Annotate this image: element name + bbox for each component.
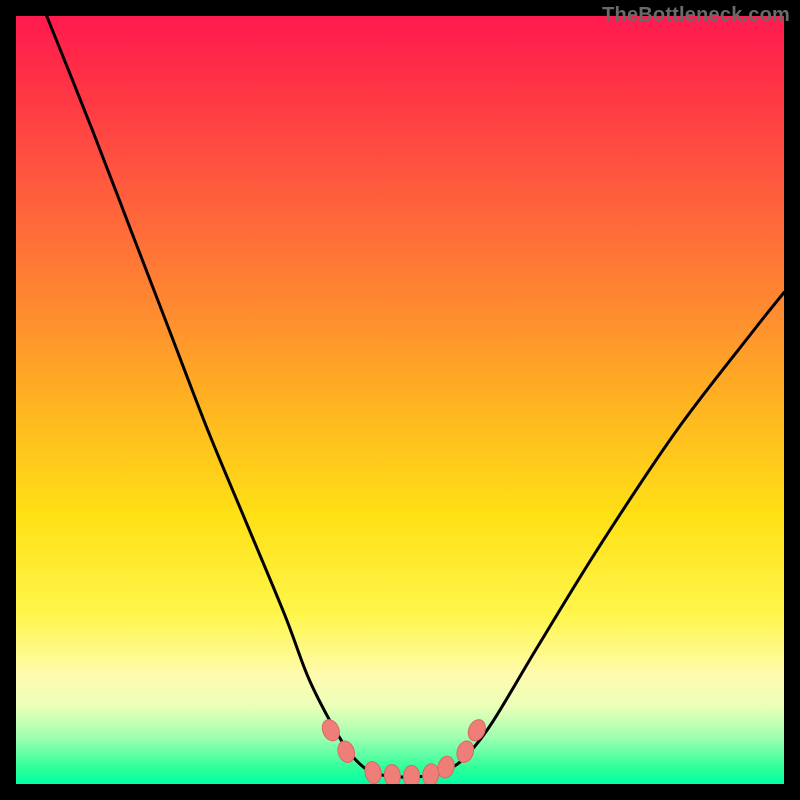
threshold-marker <box>404 765 420 784</box>
chart-frame: TheBottleneck.com <box>0 0 800 800</box>
threshold-marker <box>383 764 401 784</box>
threshold-marker <box>335 739 357 765</box>
threshold-marker <box>422 763 440 784</box>
threshold-marker <box>454 739 476 765</box>
watermark-text: TheBottleneck.com <box>602 4 790 27</box>
plot-area <box>16 16 784 784</box>
threshold-marker <box>465 717 489 744</box>
curve-path <box>47 16 784 777</box>
threshold-marker <box>363 760 383 784</box>
bottleneck-curve <box>16 16 784 784</box>
